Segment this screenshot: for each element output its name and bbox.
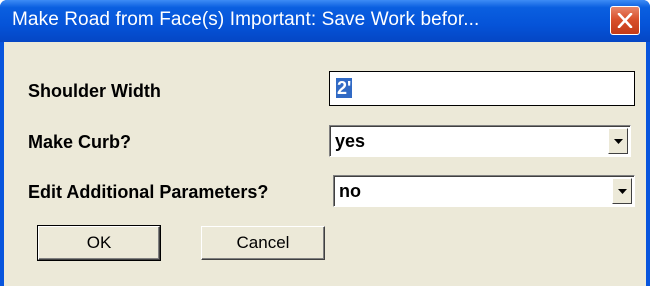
cancel-button[interactable]: Cancel [201, 226, 325, 260]
make-curb-dropdown-button[interactable] [608, 128, 628, 154]
chevron-down-icon [618, 189, 627, 194]
edit-additional-dropdown-button[interactable] [612, 178, 632, 204]
make-curb-label: Make Curb? [28, 132, 132, 152]
edit-additional-select[interactable]: no [333, 175, 635, 207]
dialog-window: Make Road from Face(s) Important: Save W… [0, 0, 650, 286]
title-bar[interactable]: Make Road from Face(s) Important: Save W… [0, 0, 650, 42]
edit-additional-label: Edit Additional Parameters? [28, 182, 269, 202]
shoulder-width-input[interactable]: 2' [329, 71, 635, 106]
close-button[interactable] [610, 6, 640, 35]
shoulder-width-value: 2' [336, 78, 353, 98]
window-title: Make Road from Face(s) Important: Save W… [12, 9, 480, 30]
close-icon [617, 13, 633, 28]
chevron-down-icon [614, 139, 623, 144]
make-curb-value: yes [335, 131, 366, 151]
edit-additional-value: no [339, 181, 361, 201]
dialog-body: Shoulder Width 2' Make Curb? yes Edit Ad… [4, 42, 646, 286]
make-curb-select[interactable]: yes [329, 125, 631, 157]
shoulder-width-label: Shoulder Width [28, 81, 161, 101]
ok-button[interactable]: OK [37, 225, 161, 261]
